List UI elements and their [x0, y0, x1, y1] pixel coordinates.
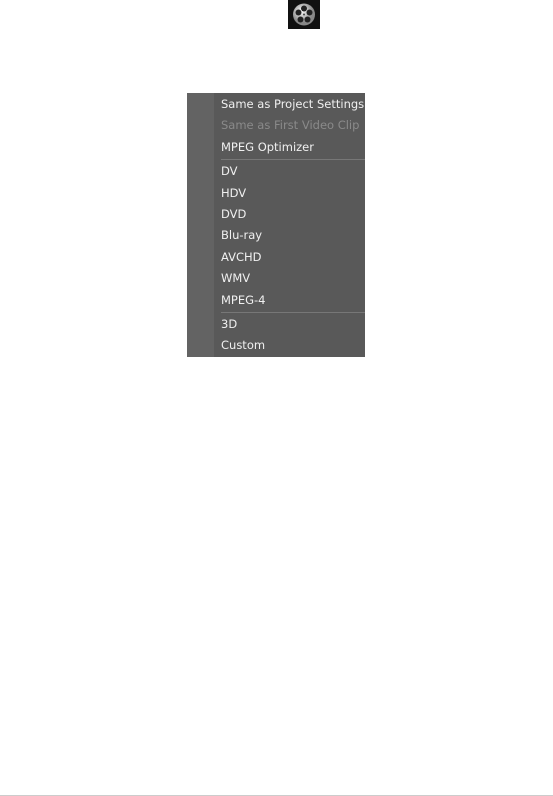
menu-item-same-as-project-settings[interactable]: Same as Project Settings: [214, 94, 365, 115]
menu-item-dvd[interactable]: DVD: [214, 204, 365, 225]
menu-gutter: [187, 93, 214, 357]
film-reel-icon[interactable]: [288, 0, 320, 29]
menu-item-blu-ray[interactable]: Blu-ray: [214, 225, 365, 246]
menu-item-dv[interactable]: DV: [214, 161, 365, 182]
menu-item-mpeg-optimizer[interactable]: MPEG Optimizer: [214, 137, 365, 158]
menu-item-3d[interactable]: 3D: [214, 314, 365, 335]
menu-item-hdv[interactable]: HDV: [214, 183, 365, 204]
format-context-menu: Same as Project Settings Same as First Vi…: [187, 93, 365, 357]
menu-separator: [221, 311, 365, 313]
menu-item-avchd[interactable]: AVCHD: [214, 247, 365, 268]
menu-item-wmv[interactable]: WMV: [214, 268, 365, 289]
menu-item-mpeg-4[interactable]: MPEG-4: [214, 290, 365, 311]
menu-separator: [221, 159, 365, 161]
menu-item-same-as-first-video-clip: Same as First Video Clip: [221, 118, 360, 133]
menu-item-custom[interactable]: Custom: [214, 335, 365, 356]
